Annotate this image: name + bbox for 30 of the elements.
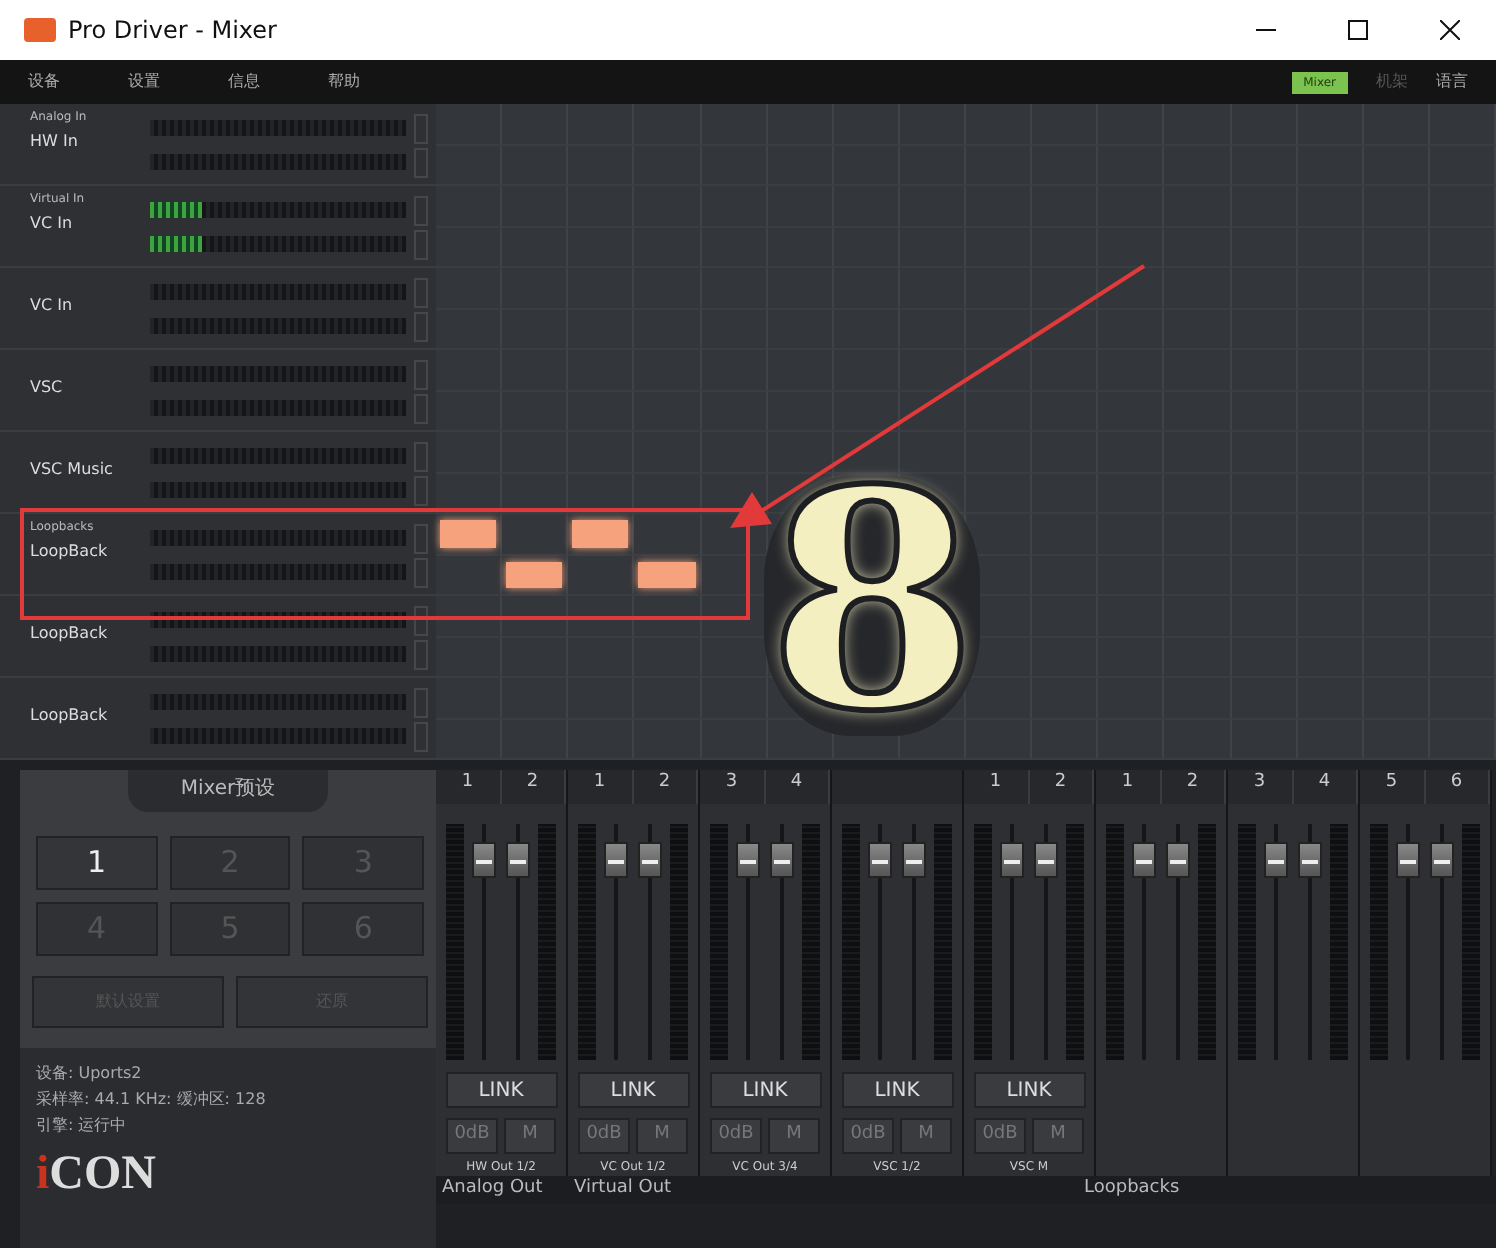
panel-title: Mixer预设 xyxy=(128,770,328,812)
channel-number: 3 xyxy=(700,770,765,804)
output-group-label: Loopbacks xyxy=(1082,1176,1182,1202)
window-title: Pro Driver - Mixer xyxy=(68,14,277,48)
channel-number: 3 xyxy=(1228,770,1293,804)
channel-number: 6 xyxy=(1425,770,1490,804)
input-name: VSC xyxy=(30,378,63,398)
channel-number: 2 xyxy=(501,770,566,804)
channel-number: 2 xyxy=(1029,770,1094,804)
info-text: 引擎: 运行中 xyxy=(36,1114,129,1138)
info-text: 采样率: 44.1 KHz: 缓冲区: 128 xyxy=(36,1088,268,1112)
channel-number: 4 xyxy=(765,770,830,804)
input-name: LoopBack xyxy=(30,706,108,726)
channel-number: 4 xyxy=(1293,770,1358,804)
channel-number: 2 xyxy=(633,770,698,804)
channel-number: 5 xyxy=(1360,770,1425,804)
input-name: HW In xyxy=(30,132,78,152)
input-name: VC In xyxy=(30,214,73,234)
input-name: LoopBack xyxy=(30,624,108,644)
info-text: 设备: Uports2 xyxy=(36,1062,144,1086)
output-group-label: Virtual Out xyxy=(572,1176,674,1202)
input-name: LoopBack xyxy=(30,542,108,562)
channel-number: 1 xyxy=(568,770,633,804)
channel-number: 1 xyxy=(436,770,501,804)
output-group-label: Analog Out xyxy=(440,1176,545,1202)
input-name: VSC Music xyxy=(30,460,113,480)
input-name: VC In xyxy=(30,296,73,316)
channel-number: 1 xyxy=(1096,770,1161,804)
channel-number: 2 xyxy=(1161,770,1226,804)
channel-number: 1 xyxy=(964,770,1029,804)
